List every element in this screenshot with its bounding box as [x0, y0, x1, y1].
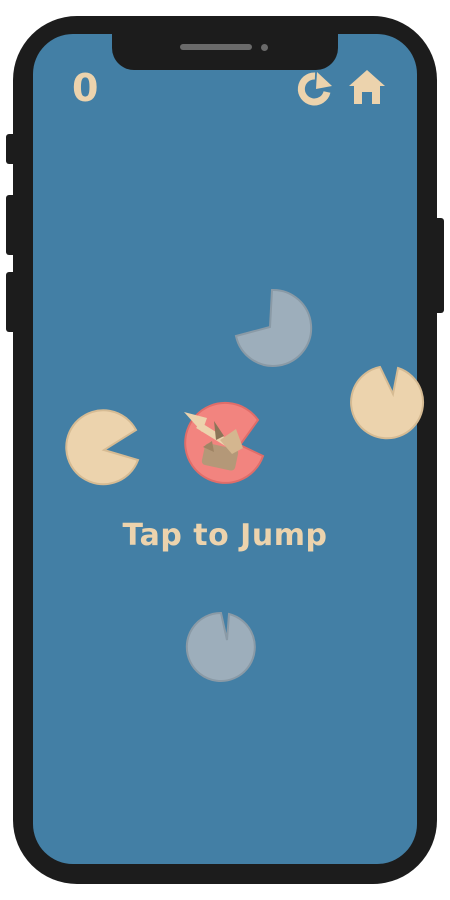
phone-mockup: 0 Tap to Jump: [0, 0, 450, 900]
home-button[interactable]: [347, 68, 387, 108]
home-icon: [349, 70, 385, 104]
restart-button[interactable]: [296, 70, 334, 108]
lily-pad-inactive[interactable]: [185, 611, 256, 682]
restart-icon: [297, 72, 332, 106]
speaker-grille: [180, 44, 252, 50]
front-camera: [261, 44, 268, 51]
tap-to-jump-hint: Tap to Jump: [122, 518, 328, 553]
score-display: 0: [72, 66, 99, 110]
